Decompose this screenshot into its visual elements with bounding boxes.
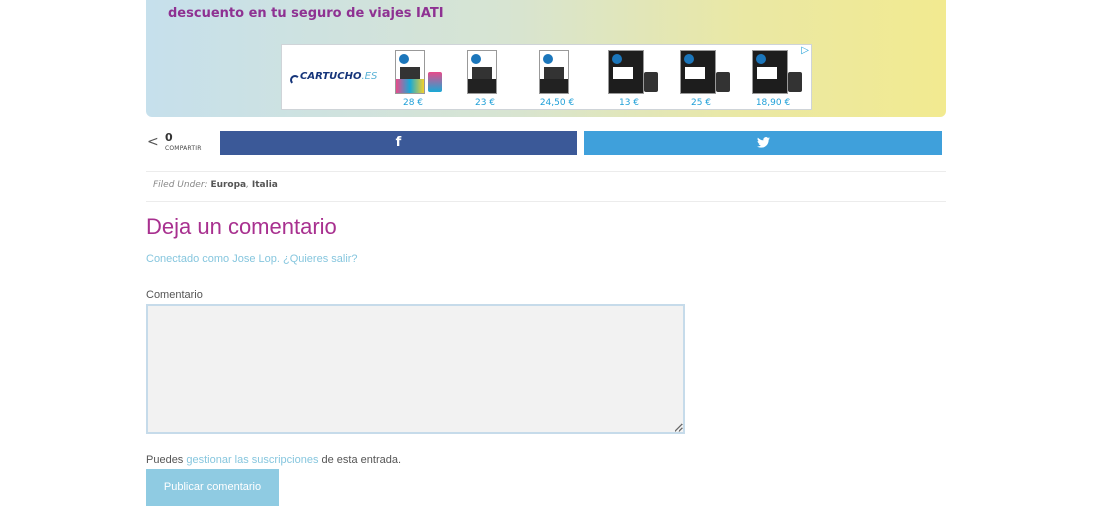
cartridge-icon [716,72,730,92]
manage-subscriptions-link[interactable]: gestionar las suscripciones [186,454,318,466]
logo-suffix: .ES [361,71,378,82]
twitter-share-button[interactable] [584,131,942,155]
resize-handle-icon[interactable] [675,424,683,432]
logo-swoosh-icon [290,75,300,85]
category-separator: , [246,180,250,190]
ad-product[interactable]: 18,90 € [738,48,808,110]
ink-box-icon [752,50,788,94]
filed-under: Filed Under: Europa, Italia [153,180,278,190]
share-icon: < [147,134,159,150]
ad-product[interactable]: 13 € [594,48,664,110]
ink-box-icon [467,50,497,94]
ad-logo[interactable]: CARTUCHO.ES [288,71,378,89]
ad-price: 25 € [690,98,712,108]
cartridge-icon [428,72,442,92]
comment-textarea[interactable] [146,304,685,434]
ink-box-icon [539,50,569,94]
ad-product[interactable]: 23 € [450,48,520,110]
promo-banner: descuento en tu seguro de viajes IATI CA… [146,0,946,117]
ad-price: 23 € [474,98,496,108]
divider [146,171,946,172]
subs-prefix: Puedes [146,454,184,466]
logged-in-notice[interactable]: Conectado como Jose Lop. ¿Quieres salir? [146,253,358,265]
logged-in-link[interactable]: Conectado como Jose Lop. ¿Quieres salir? [146,253,358,265]
twitter-icon [756,137,770,148]
share-counter: < 0 COMPARTIR [147,131,212,156]
cartridge-icon [644,72,658,92]
ad-price: 18,90 € [755,98,791,108]
facebook-icon: f [395,135,402,150]
submit-comment-button[interactable]: Publicar comentario [146,469,279,506]
subs-suffix: de esta entrada. [321,454,402,466]
ad-product[interactable]: 25 € [666,48,736,110]
category-link-europa[interactable]: Europa [210,180,246,190]
comment-heading: Deja un comentario [146,214,337,239]
share-count: 0 [165,131,173,144]
subscription-notice: Puedes gestionar las suscripciones de es… [146,454,401,466]
ad-price: 13 € [618,98,640,108]
ad-price: 28 € [402,98,424,108]
ink-box-icon [608,50,644,94]
cartridge-icon [788,72,802,92]
category-link-italia[interactable]: Italia [252,180,278,190]
divider [146,201,946,202]
ad-product[interactable]: 28 € [378,48,448,110]
filed-under-label: Filed Under: [153,180,208,190]
ink-box-icon [680,50,716,94]
ink-box-icon [395,50,425,94]
share-label: COMPARTIR [165,145,202,152]
ad-price: 24,50 € [539,98,575,108]
facebook-share-button[interactable]: f [220,131,577,155]
banner-title[interactable]: descuento en tu seguro de viajes IATI [168,6,444,21]
ad-product[interactable]: 24,50 € [522,48,592,110]
comment-label: Comentario [146,289,203,301]
ad-unit[interactable]: CARTUCHO.ES ▷ 28 € 23 € 24,50 € 13 € 25 … [281,44,812,110]
